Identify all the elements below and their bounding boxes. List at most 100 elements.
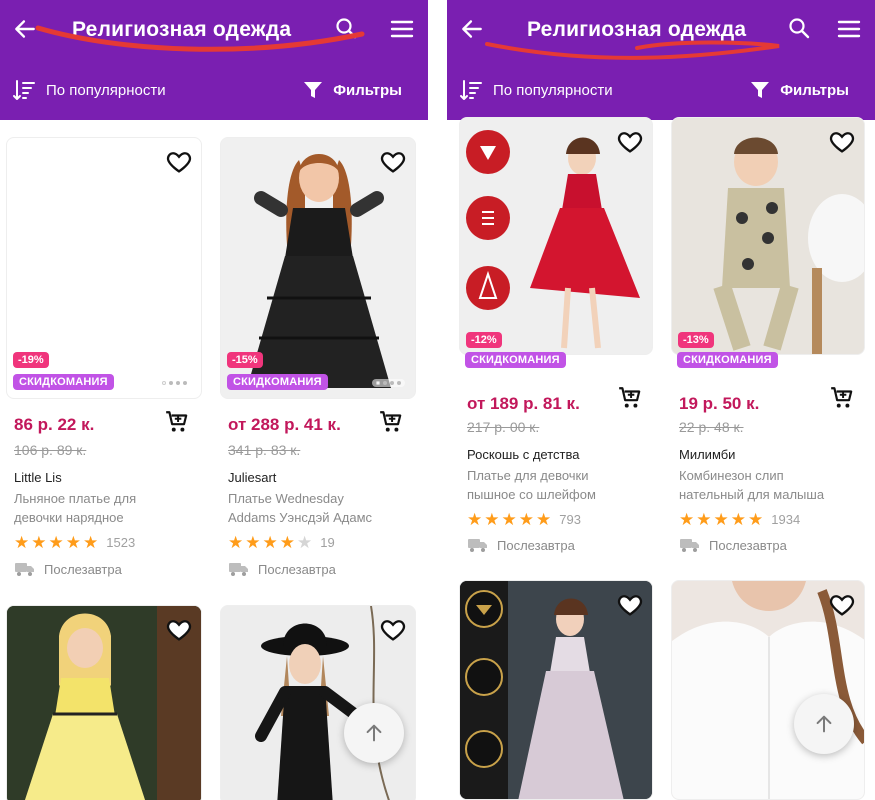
app-bar: Религиозная одежда По популярности Фильт… xyxy=(0,0,428,120)
carousel-dots xyxy=(158,379,191,387)
product-image[interactable]: -12% xyxy=(459,117,653,355)
star-icon: ★ xyxy=(48,533,64,552)
product-image[interactable]: -15% СКИДКОМАНИЯ xyxy=(220,137,416,399)
funnel-icon xyxy=(304,82,323,98)
description-line: Платье Wednesday xyxy=(228,491,344,506)
product-brand: Роскошь с детства xyxy=(467,447,580,462)
old-price: 217 р. 00 к. xyxy=(467,419,540,435)
product-description: Платье для девочки пышное со шлейфом xyxy=(467,466,653,504)
truck-icon xyxy=(468,539,487,552)
heart-icon[interactable] xyxy=(616,591,644,619)
screenshot-composite: Религиозная одежда По популярности Фильт… xyxy=(0,0,875,800)
star-icon: ★ xyxy=(536,510,552,529)
product-image[interactable] xyxy=(6,605,202,800)
arrow-left-icon[interactable] xyxy=(12,16,38,42)
app-bar: Религиозная одежда По популярности Фильт… xyxy=(447,0,875,120)
product-image[interactable]: -13% xyxy=(671,117,865,355)
discount-badge: -13% xyxy=(678,332,714,348)
add-to-cart-icon[interactable] xyxy=(378,409,404,435)
description-line: нательный для малыша xyxy=(679,487,825,502)
scroll-to-top-button[interactable] xyxy=(794,694,854,754)
product-brand: Милимби xyxy=(679,447,736,462)
star-icon: ★ xyxy=(679,510,695,529)
sort-icon xyxy=(13,80,35,100)
filter-button[interactable]: Фильтры xyxy=(303,76,402,104)
arrow-up-icon xyxy=(816,715,832,733)
old-price: 22 р. 48 к. xyxy=(679,419,744,435)
old-price: 341 р. 83 к. xyxy=(228,442,301,458)
product-description: Комбинезон слип нательный для малыша xyxy=(679,466,865,504)
star-icon: ★ xyxy=(696,510,712,529)
heart-icon[interactable] xyxy=(165,616,193,644)
product-image[interactable] xyxy=(671,580,865,800)
add-to-cart-icon[interactable] xyxy=(617,385,643,411)
star-icon: ★ xyxy=(14,533,30,552)
promo-badge: СКИДКОМАНИЯ xyxy=(465,352,566,368)
add-to-cart-icon[interactable] xyxy=(164,409,190,435)
delivery-info: Послезавтра xyxy=(679,537,787,553)
star-icon: ★ xyxy=(83,533,99,552)
heart-icon[interactable] xyxy=(165,148,193,176)
header-row: Религиозная одежда xyxy=(0,10,428,50)
sort-filter-bar: По популярности Фильтры xyxy=(0,72,428,108)
hamburger-menu-icon[interactable] xyxy=(837,18,861,40)
page-title: Религиозная одежда xyxy=(527,18,747,41)
promo-badge: СКИДКОМАНИЯ xyxy=(677,352,778,368)
add-to-cart-icon[interactable] xyxy=(829,385,855,411)
product-image[interactable] xyxy=(459,580,653,800)
search-icon[interactable] xyxy=(787,16,811,40)
old-price: 106 р. 89 к. xyxy=(14,442,87,458)
product-brand: Juliesart xyxy=(228,470,277,485)
header-row: Религиозная одежда xyxy=(447,10,875,50)
review-count: 1934 xyxy=(771,512,801,527)
sort-button[interactable]: По популярности xyxy=(459,76,613,104)
delivery-info: Послезавтра xyxy=(14,561,122,577)
star-icon: ★ xyxy=(279,533,295,552)
product-description: Платье Wednesday Addams Уэнсдэй Адамс xyxy=(228,489,414,527)
description-line: пышное со шлейфом xyxy=(467,487,596,502)
product-image[interactable] xyxy=(220,605,416,800)
filter-button[interactable]: Фильтры xyxy=(750,76,849,104)
search-icon[interactable] xyxy=(334,16,358,40)
rating: ★ ★ ★ ★ ★ 1934 xyxy=(679,511,800,528)
heart-icon[interactable] xyxy=(379,148,407,176)
product-price: от 288 р. 41 к. xyxy=(228,415,341,434)
sort-button[interactable]: По популярности xyxy=(12,76,166,104)
discount-badge: -19% xyxy=(13,352,49,368)
page-title: Религиозная одежда xyxy=(72,18,292,41)
star-icon: ★ xyxy=(518,510,534,529)
product-price: 86 р. 22 к. xyxy=(14,415,95,434)
screen-right: Религиозная одежда По популярности Фильт… xyxy=(447,0,875,800)
star-icon: ★ xyxy=(713,510,729,529)
arrow-left-icon[interactable] xyxy=(459,16,485,42)
hamburger-menu-icon[interactable] xyxy=(390,18,414,40)
truck-icon xyxy=(15,563,34,576)
discount-badge: -12% xyxy=(466,332,502,348)
heart-icon[interactable] xyxy=(379,616,407,644)
description-line: Комбинезон слип xyxy=(679,468,784,483)
sort-label: По популярности xyxy=(493,81,613,99)
star-icon: ★ xyxy=(467,510,483,529)
product-price: 19 р. 50 к. xyxy=(679,394,760,413)
star-icon: ★ xyxy=(484,510,500,529)
sort-filter-bar: По популярности Фильтры xyxy=(447,72,875,108)
star-icon: ★ xyxy=(501,510,517,529)
delivery-info: Послезавтра xyxy=(467,537,575,553)
product-brand: Little Lis xyxy=(14,470,62,485)
arrow-up-icon xyxy=(366,724,382,742)
rating: ★ ★ ★ ★ ★ 19 xyxy=(228,534,335,551)
delivery-label: Послезавтра xyxy=(497,537,575,553)
rating: ★ ★ ★ ★ ★ 793 xyxy=(467,511,581,528)
truck-icon xyxy=(229,563,248,576)
scroll-to-top-button[interactable] xyxy=(344,703,404,763)
heart-icon[interactable] xyxy=(828,128,856,156)
star-icon: ★ xyxy=(730,510,746,529)
sort-label: По популярности xyxy=(46,81,166,99)
description-line: девочки нарядное xyxy=(14,510,124,525)
heart-icon[interactable] xyxy=(616,128,644,156)
review-count: 793 xyxy=(559,512,581,527)
heart-icon[interactable] xyxy=(828,591,856,619)
delivery-info: Послезавтра xyxy=(228,561,336,577)
screen-left: Религиозная одежда По популярности Фильт… xyxy=(0,0,428,800)
product-image[interactable]: -19% СКИДКОМАНИЯ xyxy=(6,137,202,399)
